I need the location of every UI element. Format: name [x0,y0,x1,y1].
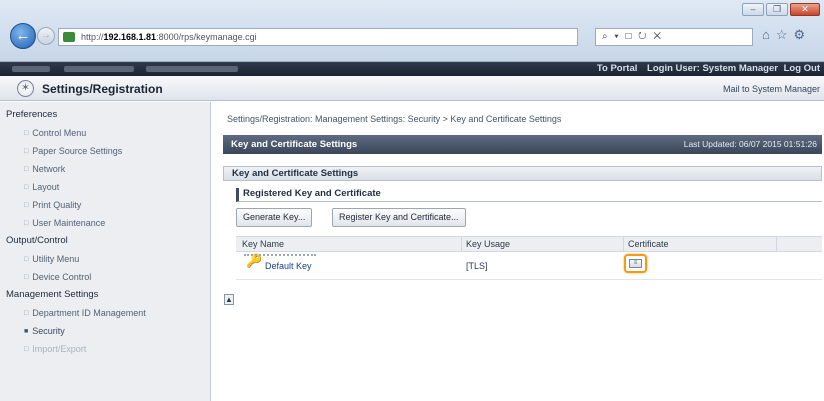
page-title: Key and Certificate Settings [231,139,358,150]
sidebar-item-security[interactable]: Security [0,322,210,340]
table-row: 🔑 Default Key [TLS] ≡ [236,254,822,280]
address-tools[interactable]: ⌕ ▾ □ ↻ ✕ [595,28,753,46]
page-title-bar: Key and Certificate Settings Last Update… [223,135,822,154]
main-content: Settings/Registration: Management Settin… [211,102,824,401]
blurred-text [12,66,50,72]
sidebar-item-import-export[interactable]: Import/Export [0,340,210,358]
column-divider [461,236,462,252]
address-bar[interactable]: http://192.168.1.81:8000/rps/keymanage.c… [58,28,578,46]
column-header-key-usage: Key Usage [466,239,511,249]
login-user-text: Login User: System Manager [647,63,778,74]
certificate-icon: ≡ [629,259,642,268]
last-updated-text: Last Updated: 06/07 2015 01:51:26 [683,139,817,149]
column-divider [623,236,624,252]
sidebar-item-layout[interactable]: Layout [0,178,210,196]
home-icon[interactable]: ⌂ [762,27,770,43]
sidebar-item-network[interactable]: Network [0,160,210,178]
restore-button[interactable]: ❐ [766,3,788,16]
column-header-certificate: Certificate [628,239,669,249]
app-title: Settings/Registration [42,82,163,96]
sidebar-item-device-control[interactable]: Device Control [0,268,210,286]
sidebar-item-utility-menu[interactable]: Utility Menu [0,250,210,268]
settings-registration-icon: ✶ [17,80,34,97]
sidebar-item-department-id-management[interactable]: Department ID Management [0,304,210,322]
register-key-certificate-button[interactable]: Register Key and Certificate... [332,208,466,227]
topbar-links: To Portal Login User: System Manager Log… [590,62,820,76]
section-title: Key and Certificate Settings [223,166,822,181]
key-icon: 🔑 [246,253,263,268]
page-favicon-icon [63,32,75,42]
sidebar-item-print-quality[interactable]: Print Quality [0,196,210,214]
blurred-text [64,66,134,72]
to-portal-link[interactable]: To Portal [597,63,637,74]
browser-chrome: – ❐ ✕ ← → http://192.168.1.81:8000/rps/k… [0,0,824,62]
dotted-underline [244,254,316,256]
generate-key-button[interactable]: Generate Key... [236,208,313,227]
browser-toolbar-icons: ⌂ ☆ ⚙ [762,27,805,43]
mail-to-system-manager-link[interactable]: Mail to System Manager [723,84,820,94]
sidebar-item-control-menu[interactable]: Control Menu [0,124,210,142]
sidebar-group-management-settings: Management Settings [6,289,99,300]
back-arrow-icon[interactable]: ← [10,23,36,49]
minimize-button[interactable]: – [742,3,764,16]
top-navigation-bar: To Portal Login User: System Manager Log… [0,62,824,76]
sidebar-item-paper-source-settings[interactable]: Paper Source Settings [0,142,210,160]
sidebar-item-user-maintenance[interactable]: User Maintenance [0,214,210,232]
sidebar-group-output-control: Output/Control [6,235,68,246]
blurred-text [146,66,238,72]
close-button[interactable]: ✕ [790,3,820,16]
star-icon[interactable]: ☆ [776,27,788,43]
gear-icon[interactable]: ⚙ [794,27,806,43]
address-host: 192.168.1.81 [103,32,157,42]
key-usage-value: [TLS] [466,261,488,271]
breadcrumb: Settings/Registration: Management Settin… [227,114,562,124]
subsection-title: Registered Key and Certificate [236,188,822,202]
column-divider [776,236,777,252]
address-prefix: http:// [81,32,104,42]
header-bar: ✶ Settings/Registration Mail to System M… [0,76,824,101]
forward-arrow-icon[interactable]: → [37,27,55,45]
column-header-key-name: Key Name [242,239,285,249]
certificate-details-button[interactable]: ≡ [624,254,647,273]
table-header: Key Name Key Usage Certificate [236,236,822,252]
sidebar-group-preferences: Preferences [6,109,58,120]
back-to-top-icon[interactable]: ▲ [224,294,234,305]
window-controls: – ❐ ✕ [742,3,820,16]
address-path: :8000/rps/keymanage.cgi [156,32,257,42]
sidebar: Preferences Control Menu Paper Source Se… [0,102,211,401]
default-key-link[interactable]: Default Key [265,259,312,273]
logout-link[interactable]: Log Out [784,63,820,74]
